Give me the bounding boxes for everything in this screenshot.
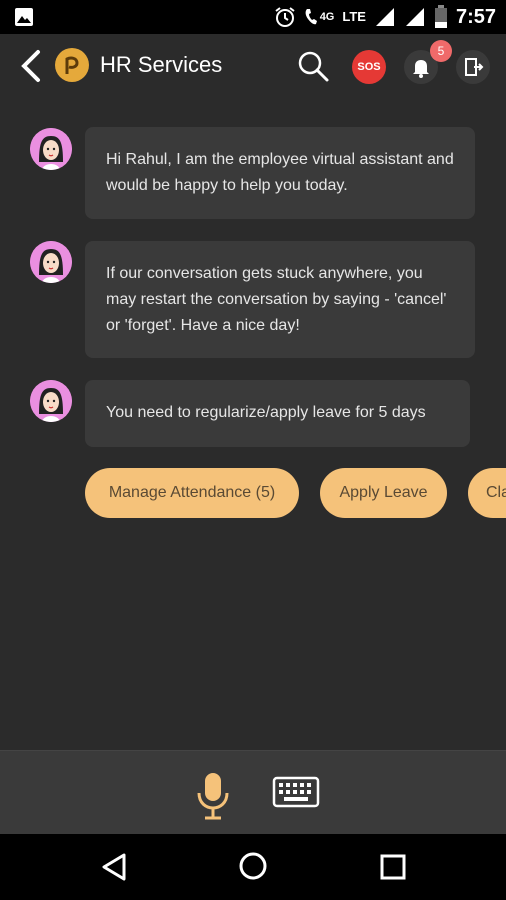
battery-icon <box>434 5 447 28</box>
notification-badge: 5 <box>430 40 452 62</box>
status-bar: 4G LTE 7:57 <box>0 0 506 34</box>
input-bar <box>0 750 506 835</box>
chat-bubble: You need to regularize/apply leave for 5… <box>85 380 470 447</box>
assistant-avatar <box>30 241 72 283</box>
quick-reply-manage-attendance[interactable]: Manage Attendance (5) <box>85 468 299 518</box>
microphone-icon[interactable] <box>194 771 232 821</box>
brand-logo <box>55 48 89 82</box>
search-icon[interactable] <box>296 49 330 83</box>
call-network-label: 4G <box>319 11 335 23</box>
status-icons: 4G LTE 7:57 <box>274 0 496 34</box>
message-text: If our conversation gets stuck anywhere,… <box>106 265 447 334</box>
back-arrow-icon[interactable] <box>18 48 44 84</box>
assistant-avatar-icon <box>30 241 72 283</box>
system-nav-bar <box>0 834 506 900</box>
assistant-avatar <box>30 128 72 170</box>
app-header: HR Services SOS 5 <box>0 34 506 98</box>
nav-recent-icon[interactable] <box>380 854 406 880</box>
clock: 7:57 <box>455 5 496 28</box>
signal-icon <box>375 8 394 26</box>
network-type-label: LTE <box>342 9 366 24</box>
assistant-avatar-icon <box>30 128 72 170</box>
chat-bubble: Hi Rahul, I am the employee virtual assi… <box>85 127 475 219</box>
assistant-avatar-icon <box>30 380 72 422</box>
logout-button[interactable] <box>456 50 490 84</box>
message-text: You need to regularize/apply leave for 5… <box>106 404 426 421</box>
signal-icon <box>405 8 424 26</box>
exit-icon <box>465 58 484 76</box>
quick-reply-partial[interactable]: Cla <box>468 468 506 518</box>
quick-reply-apply-leave[interactable]: Apply Leave <box>320 468 447 518</box>
assistant-avatar <box>30 380 72 422</box>
message-text: Hi Rahul, I am the employee virtual assi… <box>106 151 454 194</box>
volte-call-icon <box>305 9 317 25</box>
sos-button[interactable]: SOS <box>352 50 386 84</box>
volte-call-indicator: 4G <box>304 7 335 27</box>
nav-home-icon[interactable] <box>238 851 268 881</box>
image-notification-icon <box>15 8 33 26</box>
chat-bubble: If our conversation gets stuck anywhere,… <box>85 241 475 358</box>
page-title: HR Services <box>100 52 223 77</box>
alarm-icon <box>275 7 295 27</box>
keyboard-icon[interactable] <box>272 775 320 809</box>
nav-back-icon[interactable] <box>100 852 128 882</box>
